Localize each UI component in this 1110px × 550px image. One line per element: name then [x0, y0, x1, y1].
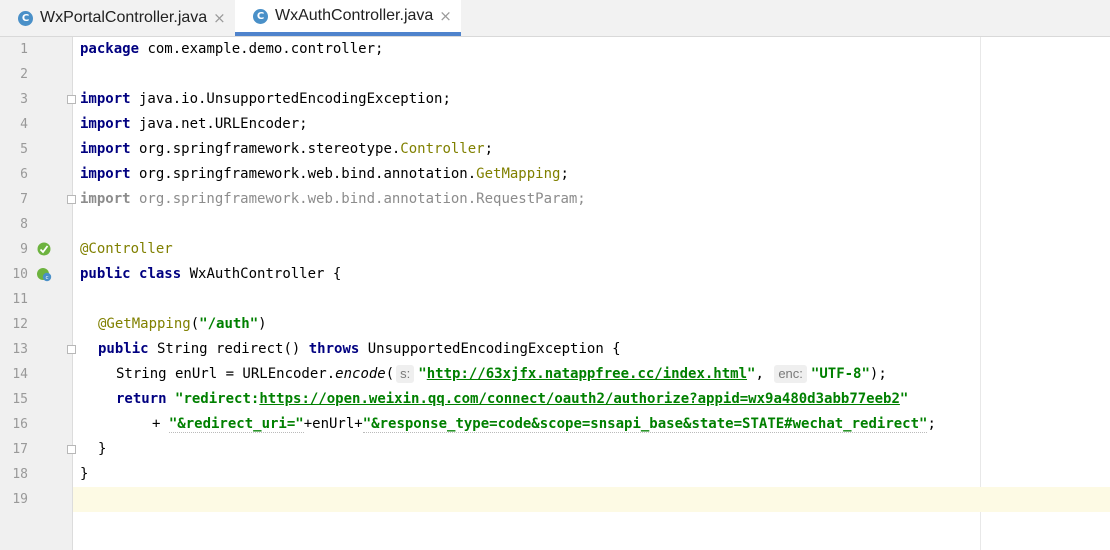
line-number: 10 — [12, 267, 28, 282]
tab-wxportalcontroller[interactable]: C WxPortalController.java × — [0, 0, 235, 36]
java-class-icon: C — [18, 10, 33, 26]
code-line-12: @GetMapping("/auth") — [98, 316, 267, 332]
code-line-18: } — [80, 466, 89, 482]
code-line-10: public class WxAuthController { — [80, 266, 342, 282]
code-line-6: import org.springframework.web.bind.anno… — [80, 166, 569, 182]
code-line-14: String enUrl = URLEncoder.encode(s: "http… — [116, 365, 887, 383]
svg-text:c: c — [45, 275, 48, 281]
line-number: 17 — [12, 442, 28, 457]
code-line-13: public String redirect() throws Unsuppor… — [98, 341, 621, 357]
code-line-5: import org.springframework.stereotype.Co… — [80, 141, 494, 157]
url-link[interactable]: http://63xjfx.natappfree.cc/index.html — [427, 366, 747, 382]
line-number: 18 — [12, 467, 28, 482]
close-icon[interactable]: × — [439, 7, 452, 25]
code-line-1: package com.example.demo.controller; — [80, 41, 384, 57]
line-number: 8 — [20, 217, 28, 232]
line-number: 3 — [20, 92, 28, 107]
tab-label: WxAuthController.java — [275, 7, 434, 24]
line-number: 16 — [12, 417, 28, 432]
code-line-15: return "redirect:https://open.weixin.qq.… — [116, 391, 909, 407]
code-line-9: @Controller — [80, 241, 173, 257]
line-number: 4 — [20, 117, 28, 132]
parameter-hint: s: — [396, 365, 415, 383]
line-number: 2 — [20, 67, 28, 82]
code-line-7-unused-import: import org.springframework.web.bind.anno… — [80, 191, 586, 207]
line-number: 14 — [12, 367, 28, 382]
line-number: 6 — [20, 167, 28, 182]
tab-wxauthcontroller[interactable]: C WxAuthController.java × — [235, 0, 461, 36]
editor-gutter[interactable]: 1 2 3 4 5 6 7 8 9 10 11 12 13 14 15 16 1… — [0, 37, 76, 550]
line-number: 7 — [20, 192, 28, 207]
parameter-hint: enc: — [774, 365, 807, 383]
spring-bean-icon[interactable] — [36, 241, 52, 257]
code-line-19-current[interactable] — [73, 487, 1110, 512]
code-line-16: + "&redirect_uri="+enUrl+"&response_type… — [152, 416, 936, 433]
line-number: 12 — [12, 317, 28, 332]
tab-label: WxPortalController.java — [40, 9, 208, 26]
close-icon[interactable]: × — [213, 9, 226, 27]
line-number: 5 — [20, 142, 28, 157]
spring-web-icon[interactable]: c — [36, 266, 52, 282]
line-number: 11 — [12, 292, 28, 307]
code-line-17: } — [98, 441, 107, 457]
java-class-icon: C — [253, 8, 268, 24]
editor-tab-bar: C WxPortalController.java × C WxAuthCont… — [0, 0, 1110, 37]
code-editor[interactable]: package com.example.demo.controller; imp… — [73, 37, 1110, 550]
line-number: 1 — [20, 42, 28, 57]
line-number: 19 — [12, 492, 28, 507]
line-number: 9 — [20, 242, 28, 257]
line-number: 13 — [12, 342, 28, 357]
line-number: 15 — [12, 392, 28, 407]
code-line-3: import java.io.UnsupportedEncodingExcept… — [80, 91, 451, 107]
url-link[interactable]: https://open.weixin.qq.com/connect/oauth… — [259, 391, 900, 407]
code-line-4: import java.net.URLEncoder; — [80, 116, 308, 132]
